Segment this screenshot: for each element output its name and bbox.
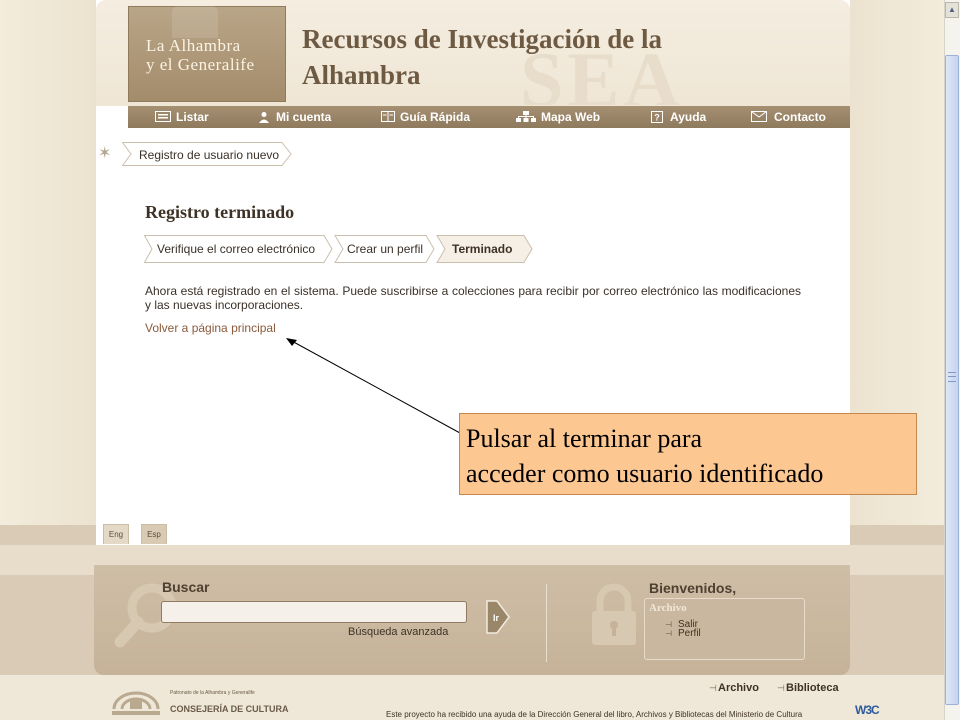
svg-text:?: ? <box>654 113 660 123</box>
advanced-search-link[interactable]: Búsqueda avanzada <box>348 626 448 638</box>
breadcrumb-current[interactable]: Registro de usuario nuevo <box>139 148 279 162</box>
envelope-icon <box>751 111 767 122</box>
logo-text-line1: La Alhambra <box>146 36 241 55</box>
nav-mi-cuenta[interactable]: Mi cuenta <box>276 106 331 128</box>
language-tab-spanish[interactable]: Esp <box>141 524 167 544</box>
profile-link[interactable]: Perfil <box>678 628 701 639</box>
scroll-up-arrow-icon[interactable]: ▲ <box>945 2 959 18</box>
nav-guia-rapida[interactable]: Guía Rápida <box>400 106 470 128</box>
sitemap-icon <box>516 111 536 122</box>
help-icon: ? <box>650 111 664 123</box>
nav-ayuda[interactable]: Ayuda <box>670 106 706 128</box>
logo-text-line2: y el Generalife <box>146 55 255 74</box>
bullet-arrow-icon: ⊣ <box>665 629 672 638</box>
annotation-text-line2: acceder como usuario identificado <box>466 459 824 488</box>
link-arrow-icon: ⊣ <box>777 683 785 693</box>
footer-link-biblioteca[interactable]: Biblioteca <box>786 682 839 694</box>
footer-divider <box>546 584 547 662</box>
w3c-badge[interactable]: W3C <box>855 703 885 720</box>
annotation-arrow <box>286 338 461 434</box>
annotation-text-line1: Pulsar al terminar para <box>466 424 703 453</box>
nav-contacto[interactable]: Contacto <box>774 106 826 128</box>
user-icon <box>257 111 271 123</box>
junta-andalucia-logo <box>112 691 160 715</box>
step-verify-email: Verifique el correo electrónico <box>157 242 316 256</box>
link-arrow-icon: ⊣ <box>709 683 717 693</box>
breadcrumb-star-icon: ✶ <box>98 145 112 162</box>
welcome-title: Bienvenidos, <box>649 580 737 596</box>
scrollbar-grip-icon <box>948 372 956 382</box>
main-navigation-bar <box>128 106 850 128</box>
bullet-arrow-icon: ⊣ <box>665 620 672 629</box>
registration-message: Ahora está registrado en el sistema. Pue… <box>145 284 801 312</box>
nav-mapa-web[interactable]: Mapa Web <box>541 106 600 128</box>
nav-listar[interactable]: Listar <box>176 106 209 128</box>
user-box-title: Archivo <box>649 602 687 614</box>
language-tab-english[interactable]: Eng <box>103 524 129 544</box>
consejeria-label: CONSEJERÍA DE CULTURA <box>170 704 289 714</box>
search-go-label[interactable]: Ir <box>493 613 499 623</box>
footer-link-archivo[interactable]: Archivo <box>718 682 759 694</box>
book-icon <box>381 111 395 122</box>
page-title: Registro terminado <box>145 202 295 222</box>
back-to-home-link[interactable]: Volver a página principal <box>145 321 276 335</box>
funding-note: Este proyecto ha recibido una ayuda de l… <box>386 710 803 719</box>
site-title-line2: Alhambra <box>302 60 421 90</box>
search-title: Buscar <box>162 579 210 595</box>
lock-icon <box>592 583 636 645</box>
list-icon <box>155 111 171 122</box>
logo-emblem-icon <box>172 6 218 38</box>
site-title-line1: Recursos de Investigación de la <box>302 24 662 54</box>
step-finished: Terminado <box>452 242 513 256</box>
step-create-profile: Crear un perfil <box>347 242 424 256</box>
search-input[interactable] <box>161 601 467 623</box>
patronato-label: Patronato de la Alhambra y Generalife <box>170 690 255 696</box>
